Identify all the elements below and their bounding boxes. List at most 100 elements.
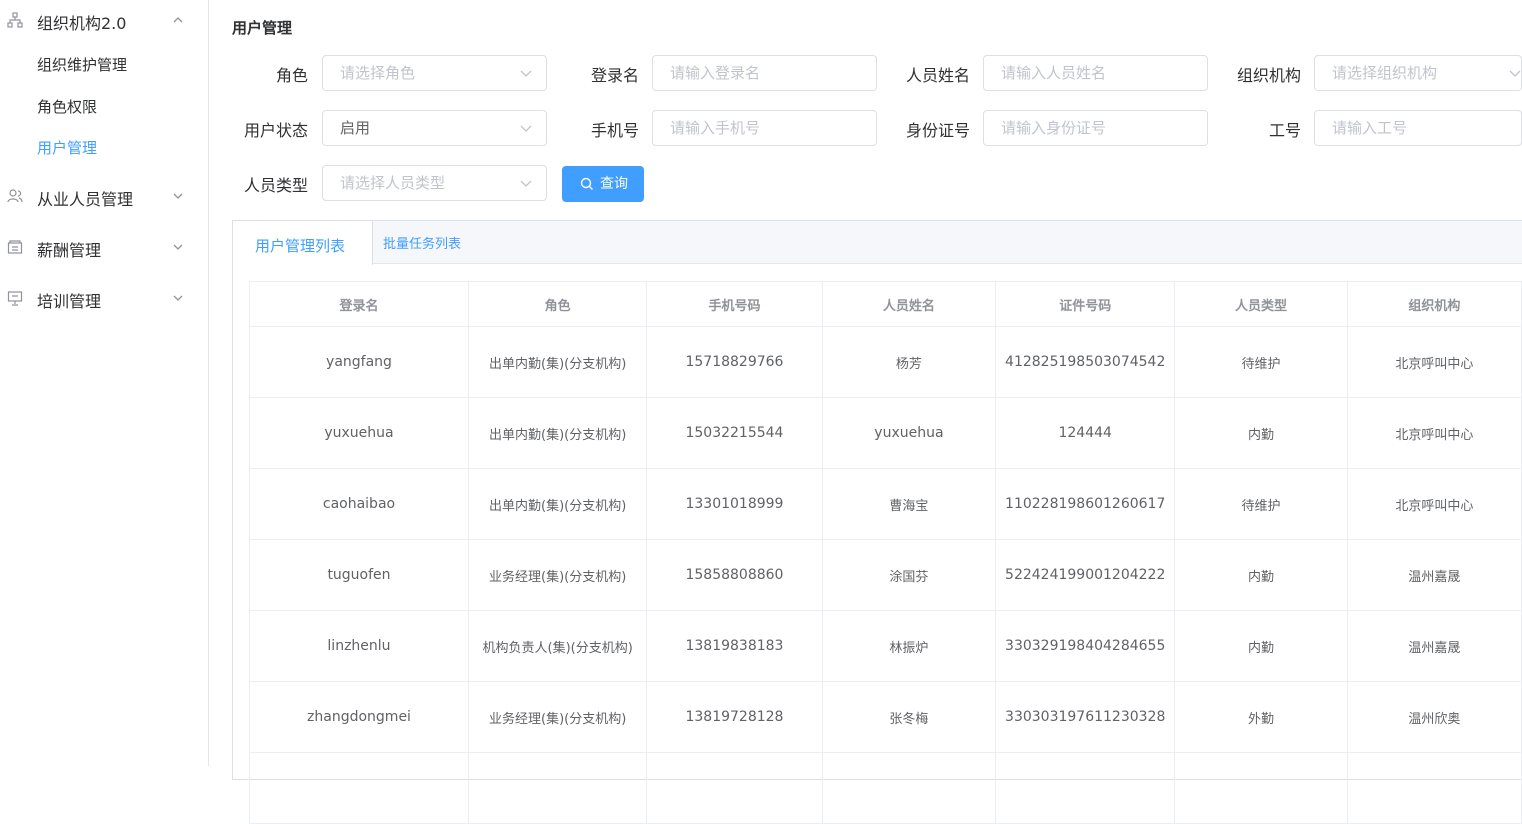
table-row[interactable]: linzhenlu 机构负责人(集)(分支机构) 13819838183 林振炉… <box>249 610 1522 682</box>
cell-login: tuguofen <box>249 539 469 611</box>
cell-name: 涂国芬 <box>821 539 997 611</box>
cell-role: 业务经理(集)(分支机构) <box>467 539 648 611</box>
phone-input[interactable]: 请输入手机号 <box>652 110 877 146</box>
status-label: 用户状态 <box>243 121 308 140</box>
cell-login <box>249 752 469 824</box>
cell-phone: 13301018999 <box>646 468 823 540</box>
column-header[interactable]: 证件号码 <box>995 281 1176 327</box>
cell-id-number: 522424199001204222 <box>995 539 1176 611</box>
query-button[interactable]: 查询 <box>562 166 644 202</box>
cell-login: yuxuehua <box>249 397 469 469</box>
cell-phone: 15858808860 <box>646 539 823 611</box>
chevron-down-icon <box>520 180 532 187</box>
role-label: 角色 <box>275 66 308 85</box>
cell-org: 北京呼叫中心 <box>1346 397 1522 469</box>
cell-name: 林振炉 <box>821 610 997 682</box>
cell-name: 张冬梅 <box>821 681 997 753</box>
cell-phone <box>646 752 823 824</box>
menu-org-structure-label: 组织机构2.0 <box>37 14 127 33</box>
cell-org: 温州嘉晟 <box>1346 539 1522 611</box>
menu-staff-management[interactable]: 从业人员管理 <box>0 176 208 216</box>
cell-org: 温州嘉晟 <box>1346 610 1522 682</box>
cell-org: 北京呼叫中心 <box>1346 326 1522 398</box>
cell-name <box>821 752 997 824</box>
search-icon <box>580 177 593 190</box>
login-input-placeholder: 请输入登录名 <box>670 64 761 82</box>
cell-id-number: 110228198601260617 <box>995 468 1176 540</box>
org-select-placeholder: 请选择组织机构 <box>1332 64 1438 82</box>
sidebar-item-label: 角色权限 <box>37 98 98 116</box>
status-select[interactable]: 启用 <box>322 110 547 146</box>
column-header[interactable]: 角色 <box>467 281 648 327</box>
table-row[interactable]: caohaibao 出单内勤(集)(分支机构) 13301018999 曹海宝 … <box>249 468 1522 540</box>
empno-input[interactable]: 请输入工号 <box>1314 110 1522 146</box>
cell-person-type: 内勤 <box>1174 539 1348 611</box>
cell-name: yuxuehua <box>821 397 997 469</box>
cell-phone: 15718829766 <box>646 326 823 398</box>
ptype-label: 人员类型 <box>243 176 308 195</box>
ptype-select[interactable]: 请选择人员类型 <box>322 165 547 201</box>
column-header[interactable]: 登录名 <box>249 281 469 327</box>
column-header[interactable]: 人员类型 <box>1174 281 1348 327</box>
table-row[interactable]: zhangdongmei 业务经理(集)(分支机构) 13819728128 张… <box>249 681 1522 753</box>
cell-id-number: 124444 <box>995 397 1176 469</box>
cell-org <box>1346 752 1522 824</box>
login-input[interactable]: 请输入登录名 <box>652 55 877 91</box>
name-input-placeholder: 请输入人员姓名 <box>1001 64 1107 82</box>
column-header[interactable]: 手机号码 <box>646 281 823 327</box>
org-select[interactable]: 请选择组织机构 <box>1314 55 1522 91</box>
sidebar: 组织机构2.0 组织维护管理 角色权限 用户管理 从业人员管理 薪酬管理 培训管… <box>0 0 209 766</box>
sidebar-item-role-permissions[interactable]: 角色权限 <box>0 90 208 122</box>
cell-id-number: 412825198503074542 <box>995 326 1176 398</box>
cell-org: 北京呼叫中心 <box>1346 468 1522 540</box>
org-label: 组织机构 <box>1236 66 1301 85</box>
chevron-down-icon <box>520 70 532 77</box>
table-row[interactable]: yuxuehua 出单内勤(集)(分支机构) 15032215544 yuxue… <box>249 397 1522 469</box>
tab-batch-task-list[interactable]: 批量任务列表 <box>383 221 461 265</box>
role-select-placeholder: 请选择角色 <box>340 64 416 82</box>
user-table: 登录名 角色 手机号码 人员姓名 证件号码 人员类型 组织机构 yangfang… <box>249 281 1522 824</box>
sidebar-item-user-management[interactable]: 用户管理 <box>0 131 208 163</box>
tab-user-list[interactable]: 用户管理列表 <box>233 221 373 265</box>
table-row[interactable]: yangfang 出单内勤(集)(分支机构) 15718829766 杨芳 41… <box>249 326 1522 398</box>
menu-training-management[interactable]: 培训管理 <box>0 278 208 318</box>
idcard-input-placeholder: 请输入身份证号 <box>1001 119 1107 137</box>
cell-person-type: 待维护 <box>1174 326 1348 398</box>
org-chart-icon <box>7 12 23 28</box>
idcard-label: 身份证号 <box>905 121 970 140</box>
table-row[interactable]: tuguofen 业务经理(集)(分支机构) 15858808860 涂国芬 5… <box>249 539 1522 611</box>
chevron-down-icon <box>173 193 183 199</box>
cell-role: 机构负责人(集)(分支机构) <box>467 610 648 682</box>
menu-salary-management[interactable]: 薪酬管理 <box>0 227 208 267</box>
cell-phone: 15032215544 <box>646 397 823 469</box>
status-select-value: 启用 <box>340 119 371 137</box>
menu-org-structure[interactable]: 组织机构2.0 <box>0 0 208 40</box>
chevron-up-icon <box>173 17 183 23</box>
cell-login: caohaibao <box>249 468 469 540</box>
column-header[interactable]: 组织机构 <box>1346 281 1522 327</box>
cell-person-type: 内勤 <box>1174 610 1348 682</box>
cell-role: 出单内勤(集)(分支机构) <box>467 468 648 540</box>
empno-label: 工号 <box>1268 121 1301 140</box>
sidebar-item-org-maintenance[interactable]: 组织维护管理 <box>0 48 208 80</box>
cell-login: zhangdongmei <box>249 681 469 753</box>
chevron-down-icon <box>520 125 532 132</box>
cell-person-type: 内勤 <box>1174 397 1348 469</box>
role-select[interactable]: 请选择角色 <box>322 55 547 91</box>
name-input[interactable]: 请输入人员姓名 <box>983 55 1208 91</box>
wallet-icon <box>7 240 23 254</box>
idcard-input[interactable]: 请输入身份证号 <box>983 110 1208 146</box>
ptype-select-placeholder: 请选择人员类型 <box>340 174 446 192</box>
table-row[interactable] <box>249 752 1522 824</box>
column-header[interactable]: 人员姓名 <box>821 281 997 327</box>
query-button-label: 查询 <box>600 176 628 192</box>
cell-person-type <box>1174 752 1348 824</box>
empno-input-placeholder: 请输入工号 <box>1332 119 1408 137</box>
menu-staff-management-label: 从业人员管理 <box>37 190 134 209</box>
table-header-row: 登录名 角色 手机号码 人员姓名 证件号码 人员类型 组织机构 <box>249 281 1522 327</box>
sidebar-item-label: 用户管理 <box>37 139 98 157</box>
cell-phone: 13819728128 <box>646 681 823 753</box>
page-title: 用户管理 <box>232 19 293 37</box>
chevron-down-icon <box>173 295 183 301</box>
chevron-down-icon <box>1509 70 1521 77</box>
